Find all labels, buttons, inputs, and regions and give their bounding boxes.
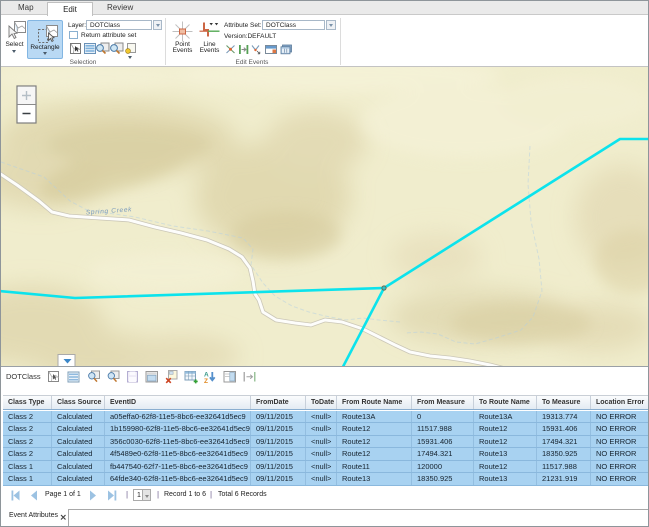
svg-text:Z: Z <box>204 378 208 384</box>
